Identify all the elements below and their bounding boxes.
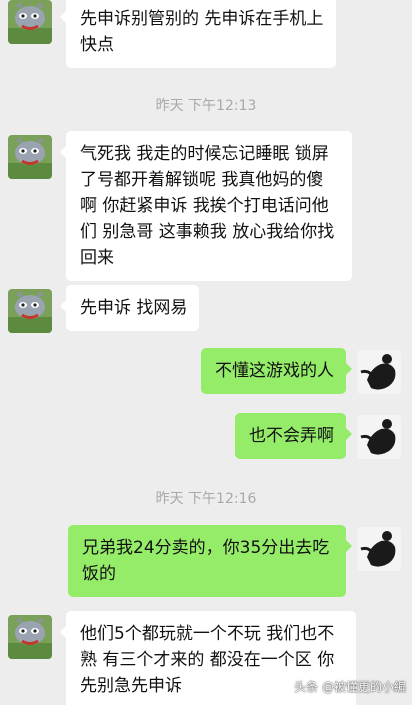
message-bubble[interactable]: 也不会弄啊 <box>235 413 352 459</box>
tom-cat-avatar[interactable] <box>8 135 52 179</box>
tom-cat-avatar[interactable] <box>8 0 52 44</box>
message-text: 兄弟我24分卖的，你35分出去吃饭的 <box>82 538 330 584</box>
message-bubble[interactable]: 先申诉别管别的 先申诉在手机上快点 <box>60 0 336 68</box>
message-text: 气死我 我走的时候忘记睡眠 锁屏了号都开着解锁呢 我真他妈的傻啊 你赶紧申诉 我… <box>80 144 335 268</box>
chat-area[interactable]: 先申诉别管别的 先申诉在手机上快点 昨天 下午12:13 气死我 我走的时候忘记… <box>0 0 412 705</box>
dark-figure-avatar[interactable] <box>357 415 401 459</box>
tom-cat-avatar[interactable] <box>8 615 52 659</box>
message-bubble[interactable]: 气死我 我走的时候忘记睡眠 锁屏了号都开着解锁呢 我真他妈的傻啊 你赶紧申诉 我… <box>60 131 352 281</box>
dark-figure-avatar[interactable] <box>357 527 401 571</box>
dark-figure-avatar[interactable] <box>357 350 401 394</box>
message-text: 先申诉别管别的 先申诉在手机上快点 <box>80 9 324 55</box>
message-timestamp: 昨天 下午12:13 <box>155 98 257 114</box>
message-bubble[interactable]: 兄弟我24分卖的，你35分出去吃饭的 <box>68 525 352 597</box>
message-timestamp: 昨天 下午12:16 <box>155 491 257 507</box>
message-bubble[interactable]: 先申诉 找网易 <box>59 285 200 331</box>
tom-cat-avatar[interactable] <box>8 289 52 333</box>
message-text: 先申诉 找网易 <box>80 298 188 318</box>
message-text: 不懂这游戏的人 <box>215 361 334 381</box>
watermark: 头条 @被懂更的小編 <box>294 680 406 694</box>
message-text: 也不会弄啊 <box>249 426 334 446</box>
message-bubble[interactable]: 不懂这游戏的人 <box>201 348 352 394</box>
